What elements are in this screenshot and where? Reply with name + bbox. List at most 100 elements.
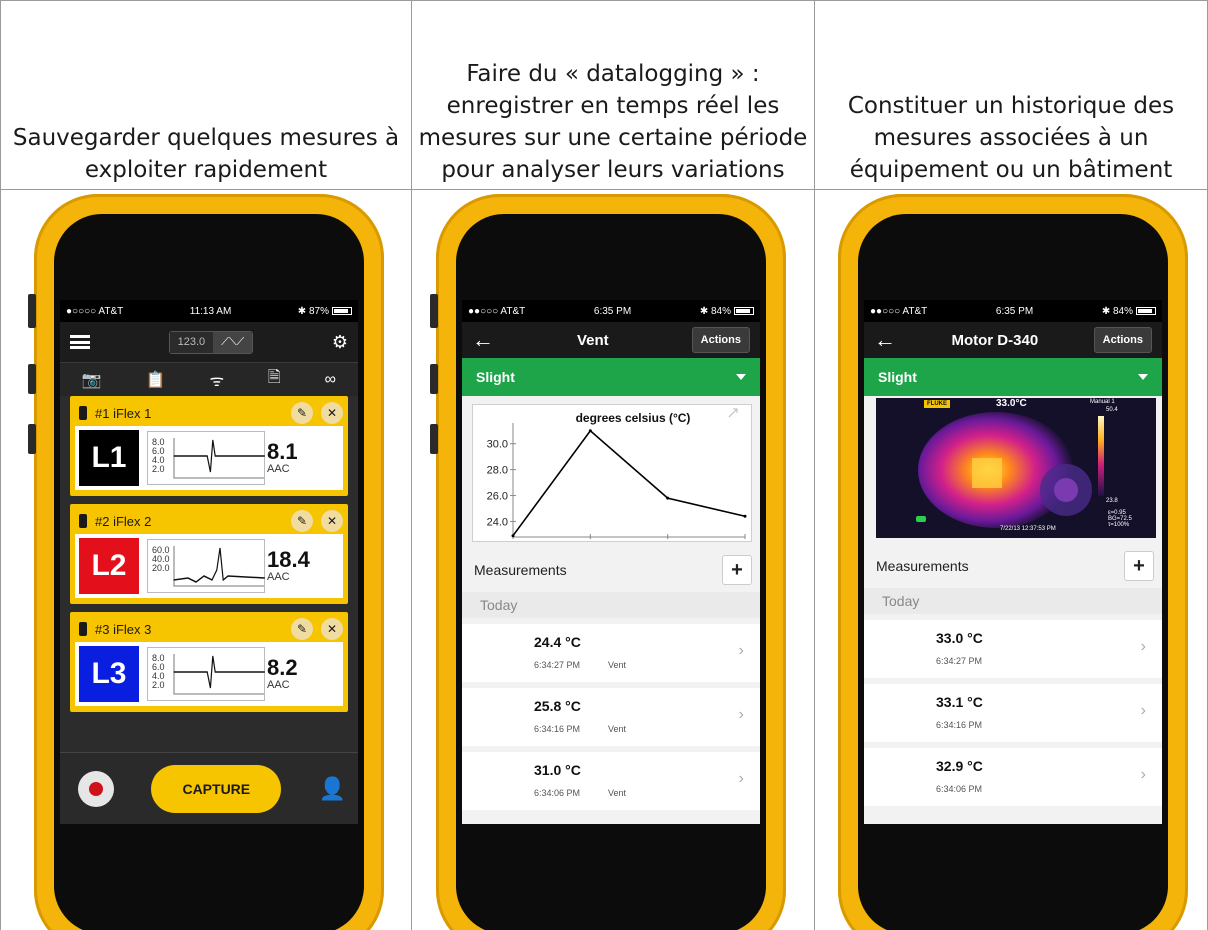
device-icon — [79, 514, 87, 528]
device-icon — [79, 406, 87, 420]
measurements-label: Measurements — [876, 558, 969, 574]
caption-3: Constituer un historique des mesures ass… — [847, 93, 1175, 183]
fluke-logo: FLUKE — [924, 400, 950, 408]
y-tick-label: 24.0 — [487, 516, 508, 528]
chevron-right-icon: › — [738, 706, 744, 723]
capture-button[interactable]: CAPTURE — [151, 764, 282, 813]
graph-view-icon[interactable]: ⟋⟍⟋ — [213, 331, 253, 353]
actions-button[interactable]: Actions — [691, 327, 750, 353]
add-measurement-button[interactable]: + — [1124, 551, 1154, 581]
measurements-header: Measurements + — [864, 544, 1162, 588]
measurement-row[interactable]: 32.9 °C 6:34:06 PM › — [864, 748, 1162, 806]
device-card[interactable]: #3 iFlex 3 ✎ ✕ L3 8.0 6.0 4.0 2.0 8.2 AAC — [70, 612, 348, 712]
action-toolbar: 📷 📋 ᯤ 🗎 ∞ — [60, 362, 358, 396]
device-card[interactable]: #1 iFlex 1 ✎ ✕ L1 8.0 6.0 4.0 2.0 8.1 AAC — [70, 396, 348, 496]
reading: 8.1 AAC — [267, 441, 298, 476]
measurement-row[interactable]: 31.0 °C 6:34:06 PM Vent › — [462, 752, 760, 810]
back-arrow-icon[interactable]: ← — [874, 327, 896, 353]
side-button — [430, 364, 438, 394]
wireless-icon[interactable]: ᯤ — [209, 369, 224, 391]
filter-label: Slight — [878, 369, 917, 385]
measurement-value: 31.0 °C — [534, 762, 581, 778]
series-line — [512, 429, 746, 537]
status-bar: ●●○○○ AT&T 6:35 PM ✱ 84% — [864, 300, 1162, 322]
card-header: #1 iFlex 1 ✎ ✕ — [75, 400, 343, 426]
settings-gear-icon[interactable]: ⚙ — [332, 332, 348, 353]
measurements-label: Measurements — [474, 562, 567, 578]
data-point — [511, 534, 515, 538]
back-arrow-icon[interactable]: ← — [472, 327, 494, 353]
reading-unit: AAC — [267, 571, 290, 583]
numeric-view-tab[interactable]: 123.0 — [169, 331, 214, 353]
reading-value: 8.2 — [267, 655, 298, 680]
filter-dropdown[interactable]: Slight — [462, 358, 760, 396]
battery: ✱ 87% — [298, 306, 352, 317]
filter-dropdown[interactable]: Slight — [864, 358, 1162, 396]
measurement-location: Vent — [608, 660, 627, 670]
add-measurement-button[interactable]: + — [722, 555, 752, 585]
data-point — [666, 496, 670, 500]
measurement-row[interactable]: 33.1 °C 6:34:16 PM › — [864, 684, 1162, 742]
device-card[interactable]: #2 iFlex 2 ✎ ✕ L2 60.0 40.0 20.0 18.4 AAC — [70, 504, 348, 604]
measurement-location: Vent — [608, 788, 627, 798]
thermal-image[interactable]: FLUKE 33.0°C Manual 1 50.4 23.8 7/22/13 … — [876, 398, 1156, 538]
chevron-right-icon: › — [1140, 766, 1146, 783]
today-label: Today — [864, 588, 1162, 614]
sparkline-axis — [173, 438, 264, 479]
sparkline-svg — [173, 654, 265, 695]
camera-icon[interactable]: 📷 — [82, 370, 102, 390]
chevron-down-icon — [736, 374, 746, 380]
measurement-time: 6:34:27 PM — [936, 656, 983, 666]
y-tick-label: 26.0 — [487, 491, 508, 503]
reading-unit: AAC — [267, 679, 290, 691]
y-tick-label: 30.0 — [487, 439, 508, 451]
card-header: #3 iFlex 3 ✎ ✕ — [75, 616, 343, 642]
chevron-right-icon: › — [1140, 702, 1146, 719]
sparkline: 8.0 6.0 4.0 2.0 — [147, 431, 265, 485]
battery-icon — [331, 306, 352, 315]
phase-tag: L1 — [79, 430, 139, 486]
close-icon[interactable]: ✕ — [321, 402, 343, 424]
measurement-value: 32.9 °C — [936, 758, 983, 774]
status-bar: ●●○○○ AT&T 6:35 PM ✱ 84% — [462, 300, 760, 322]
close-icon[interactable]: ✕ — [321, 510, 343, 532]
close-icon[interactable]: ✕ — [321, 618, 343, 640]
today-label: Today — [462, 592, 760, 618]
measurement-row[interactable]: 33.0 °C 6:34:27 PM › — [864, 620, 1162, 678]
record-button[interactable] — [78, 770, 114, 807]
measurement-value: 33.1 °C — [936, 694, 983, 710]
chevron-down-icon — [1138, 374, 1148, 380]
edit-pencil-icon[interactable]: ✎ — [291, 618, 313, 640]
battery: ✱ 84% — [1102, 306, 1156, 317]
edit-pencil-icon[interactable]: ✎ — [291, 510, 313, 532]
chart-svg: degrees celsius (°C) 30.0 28.0 26.0 24.0 — [487, 408, 747, 539]
data-point — [743, 514, 747, 518]
edit-pencil-icon[interactable]: ✎ — [291, 402, 313, 424]
document-icon[interactable]: 🗎 — [268, 366, 281, 393]
side-button — [28, 424, 36, 454]
link-icon[interactable]: ∞ — [325, 371, 336, 389]
share-user-icon[interactable]: 👤 — [319, 776, 346, 802]
view-toggle[interactable]: 123.0 ⟋⟍⟋ — [168, 330, 254, 354]
sparkline: 8.0 6.0 4.0 2.0 — [147, 647, 265, 701]
battery-icon — [734, 306, 754, 315]
measurement-time: 6:34:27 PM — [534, 660, 581, 670]
clock: 6:35 PM — [995, 305, 1034, 317]
battery-icon — [1136, 306, 1156, 315]
phone-2-screen: ●●○○○ AT&T 6:35 PM ✱ 84% ← Vent Actions … — [462, 300, 760, 824]
sparkline-trace — [173, 655, 265, 689]
reading-value: 18.4 — [267, 547, 310, 572]
measurement-row[interactable]: 24.4 °C 6:34:27 PM Vent › — [462, 624, 760, 682]
side-button — [430, 424, 438, 454]
reading: 8.2 AAC — [267, 655, 298, 692]
menu-icon[interactable] — [70, 335, 90, 349]
actions-button[interactable]: Actions — [1093, 327, 1152, 353]
clock: 6:35 PM — [593, 305, 632, 317]
measurement-row[interactable]: 25.8 °C 6:34:16 PM Vent › — [462, 688, 760, 746]
chevron-right-icon: › — [738, 770, 744, 787]
capture-timestamp: 7/22/13 12:37:53 PM — [1000, 526, 1056, 532]
measurement-time: 6:34:06 PM — [534, 788, 581, 798]
device-icon — [79, 622, 87, 636]
y-tick-label: 28.0 — [487, 465, 508, 477]
add-note-icon[interactable]: 📋 — [146, 370, 166, 390]
